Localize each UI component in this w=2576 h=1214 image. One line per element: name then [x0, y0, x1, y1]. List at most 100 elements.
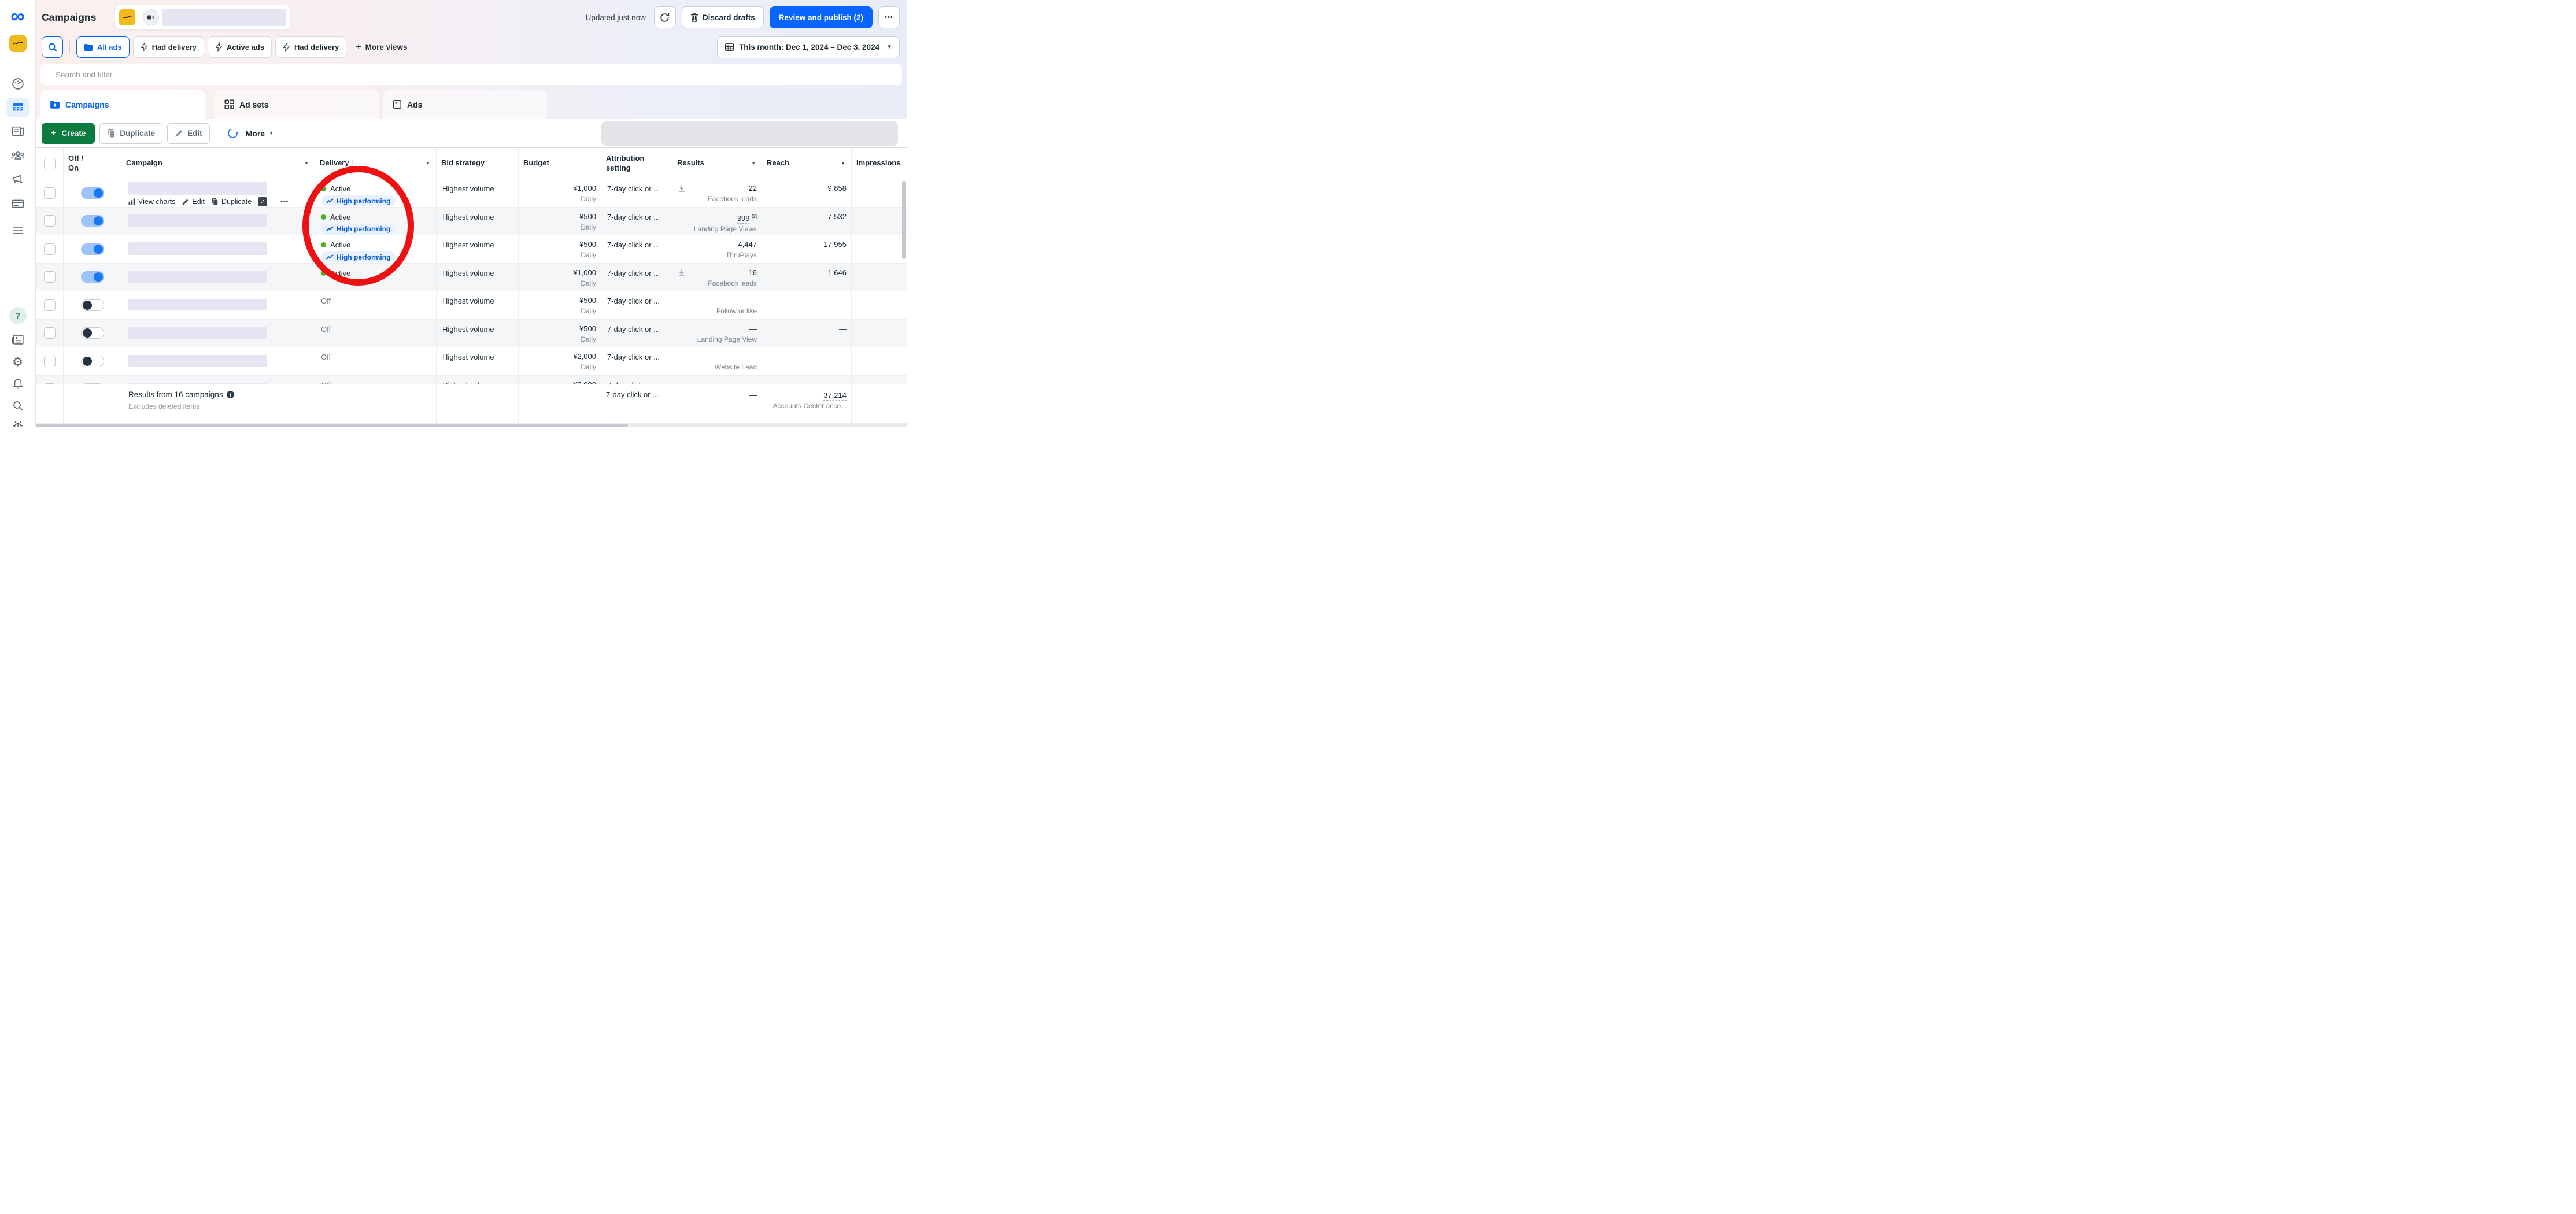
- help-icon[interactable]: ?: [9, 307, 27, 324]
- budget-period: Daily: [523, 335, 596, 344]
- review-publish-button[interactable]: Review and publish (2): [770, 6, 873, 28]
- create-button[interactable]: + Create: [42, 123, 95, 144]
- edit-action[interactable]: Edit: [182, 198, 205, 206]
- billing-icon[interactable]: [6, 194, 29, 213]
- campaign-toggle-on[interactable]: [81, 243, 104, 255]
- campaign-toggle-on[interactable]: [81, 271, 104, 283]
- search-icon: [47, 42, 58, 53]
- campaign-name-redacted[interactable]: [128, 214, 267, 227]
- campaign-toggle-off[interactable]: [81, 299, 104, 311]
- refresh-button[interactable]: [654, 6, 676, 28]
- budget-period: Daily: [523, 251, 596, 260]
- download-icon[interactable]: [678, 184, 686, 193]
- budget-period: Daily: [523, 363, 596, 372]
- header-impressions[interactable]: Impressions: [852, 148, 907, 179]
- campaign-name-redacted[interactable]: [128, 271, 267, 283]
- row-checkbox[interactable]: [44, 243, 56, 255]
- campaign-name-redacted[interactable]: [128, 327, 267, 339]
- search-view-button[interactable]: [42, 36, 63, 58]
- calendar-icon: [725, 42, 734, 52]
- toolbar-more-button[interactable]: More ▼: [246, 129, 274, 138]
- header-campaign[interactable]: Campaign▼: [121, 148, 315, 179]
- horizontal-scrollbar-thumb[interactable]: [36, 424, 628, 427]
- audiences-icon[interactable]: [6, 146, 29, 165]
- campaign-toggle-on[interactable]: [81, 215, 104, 227]
- more-views-button[interactable]: + More views: [350, 42, 413, 53]
- row-checkbox[interactable]: [44, 327, 56, 339]
- row-checkbox[interactable]: [44, 299, 56, 311]
- summary-row: Results from 16 campaigns i Excludes del…: [36, 384, 907, 423]
- campaign-name-redacted[interactable]: [128, 182, 267, 195]
- tab-campaigns[interactable]: Campaigns: [40, 90, 205, 119]
- vertical-scrollbar-thumb[interactable]: [902, 181, 906, 259]
- duplicate-button[interactable]: Duplicate: [99, 123, 162, 144]
- settings-gear-icon[interactable]: ⚙: [6, 352, 29, 372]
- table-row: Active High performing Highest volume ¥5…: [36, 208, 907, 236]
- campaign-name-redacted[interactable]: [128, 299, 267, 310]
- header-delivery[interactable]: Delivery↑▼: [315, 148, 437, 179]
- results-label: Facebook leads: [677, 195, 757, 203]
- sort-ascending-icon: ↑: [350, 158, 354, 168]
- header-reach[interactable]: Reach▼: [762, 148, 852, 179]
- all-tools-icon[interactable]: [6, 221, 29, 240]
- account-overview-icon[interactable]: [6, 74, 29, 94]
- open-in-icon[interactable]: ↗: [258, 197, 267, 206]
- header-more-button[interactable]: •••: [878, 6, 900, 28]
- duplicate-icon: [107, 129, 116, 138]
- view-active-ads[interactable]: Active ads: [208, 36, 272, 58]
- campaign-toggle-on[interactable]: [81, 187, 104, 199]
- account-avatar[interactable]: [9, 35, 27, 52]
- account-switcher[interactable]: [114, 5, 290, 30]
- campaign-toggle-off[interactable]: [81, 356, 104, 367]
- advertise-megaphone-icon[interactable]: [6, 169, 29, 189]
- header-bid-strategy[interactable]: Bid strategy: [437, 148, 519, 179]
- high-performing-badge: High performing: [321, 251, 396, 262]
- view-charts-action[interactable]: View charts: [128, 198, 175, 206]
- reach-value: 1,646: [767, 268, 847, 277]
- campaigns-nav-icon[interactable]: [6, 98, 29, 117]
- row-checkbox[interactable]: [44, 271, 56, 283]
- search-filter-input[interactable]: [40, 64, 902, 85]
- row-checkbox[interactable]: [44, 215, 56, 227]
- budget-value: ¥1,000: [523, 268, 596, 277]
- select-all-checkbox[interactable]: [44, 158, 56, 169]
- campaign-toggle-off[interactable]: [81, 327, 104, 339]
- view-had-delivery-1[interactable]: Had delivery: [133, 36, 204, 58]
- notifications-bell-icon[interactable]: [6, 374, 29, 394]
- row-more-actions[interactable]: •••: [280, 198, 289, 205]
- table-row: Active Highest volume ¥1,000Daily 7-day …: [36, 264, 907, 292]
- edit-button[interactable]: Edit: [167, 123, 210, 144]
- tab-ads[interactable]: Ads: [383, 90, 547, 119]
- news-icon[interactable]: [6, 330, 29, 349]
- ads-reporting-icon[interactable]: [6, 121, 29, 141]
- footnote-ref: [2]: [752, 214, 757, 219]
- date-range-selector[interactable]: This month: Dec 1, 2024 – Dec 3, 2024 ▼: [717, 36, 900, 58]
- budget-value: ¥500: [523, 212, 596, 221]
- header-attribution[interactable]: Attribution setting: [601, 148, 672, 179]
- header-budget[interactable]: Budget: [519, 148, 601, 179]
- row-checkbox[interactable]: [44, 187, 56, 199]
- search-nav-icon[interactable]: [6, 396, 29, 416]
- attribution-value: 7-day click or ...: [606, 239, 660, 249]
- duplicate-action[interactable]: Duplicate: [211, 198, 252, 206]
- delivery-status: Off: [320, 351, 331, 361]
- header-select-all[interactable]: [36, 148, 64, 179]
- discard-drafts-button[interactable]: Discard drafts: [682, 6, 764, 28]
- horizontal-scrollbar[interactable]: [36, 423, 907, 427]
- campaign-name-redacted[interactable]: [128, 355, 267, 367]
- bid-strategy-value: Highest volume: [441, 183, 494, 193]
- budget-value: ¥500: [523, 324, 596, 334]
- tab-ad-sets[interactable]: Ad sets: [215, 90, 379, 119]
- report-bug-icon[interactable]: [6, 416, 29, 427]
- header-results[interactable]: Results▼: [672, 148, 762, 179]
- delivery-status: Off: [320, 295, 331, 305]
- info-icon[interactable]: i: [227, 391, 234, 398]
- reach-value: 17,955: [767, 239, 847, 249]
- campaign-name-redacted[interactable]: [128, 242, 267, 255]
- view-all-ads[interactable]: All ads: [76, 36, 130, 58]
- view-had-delivery-2[interactable]: Had delivery: [275, 36, 346, 58]
- budget-period: Daily: [523, 307, 596, 316]
- bolt-icon: [283, 42, 290, 52]
- download-icon[interactable]: [678, 269, 686, 277]
- row-checkbox[interactable]: [44, 356, 56, 367]
